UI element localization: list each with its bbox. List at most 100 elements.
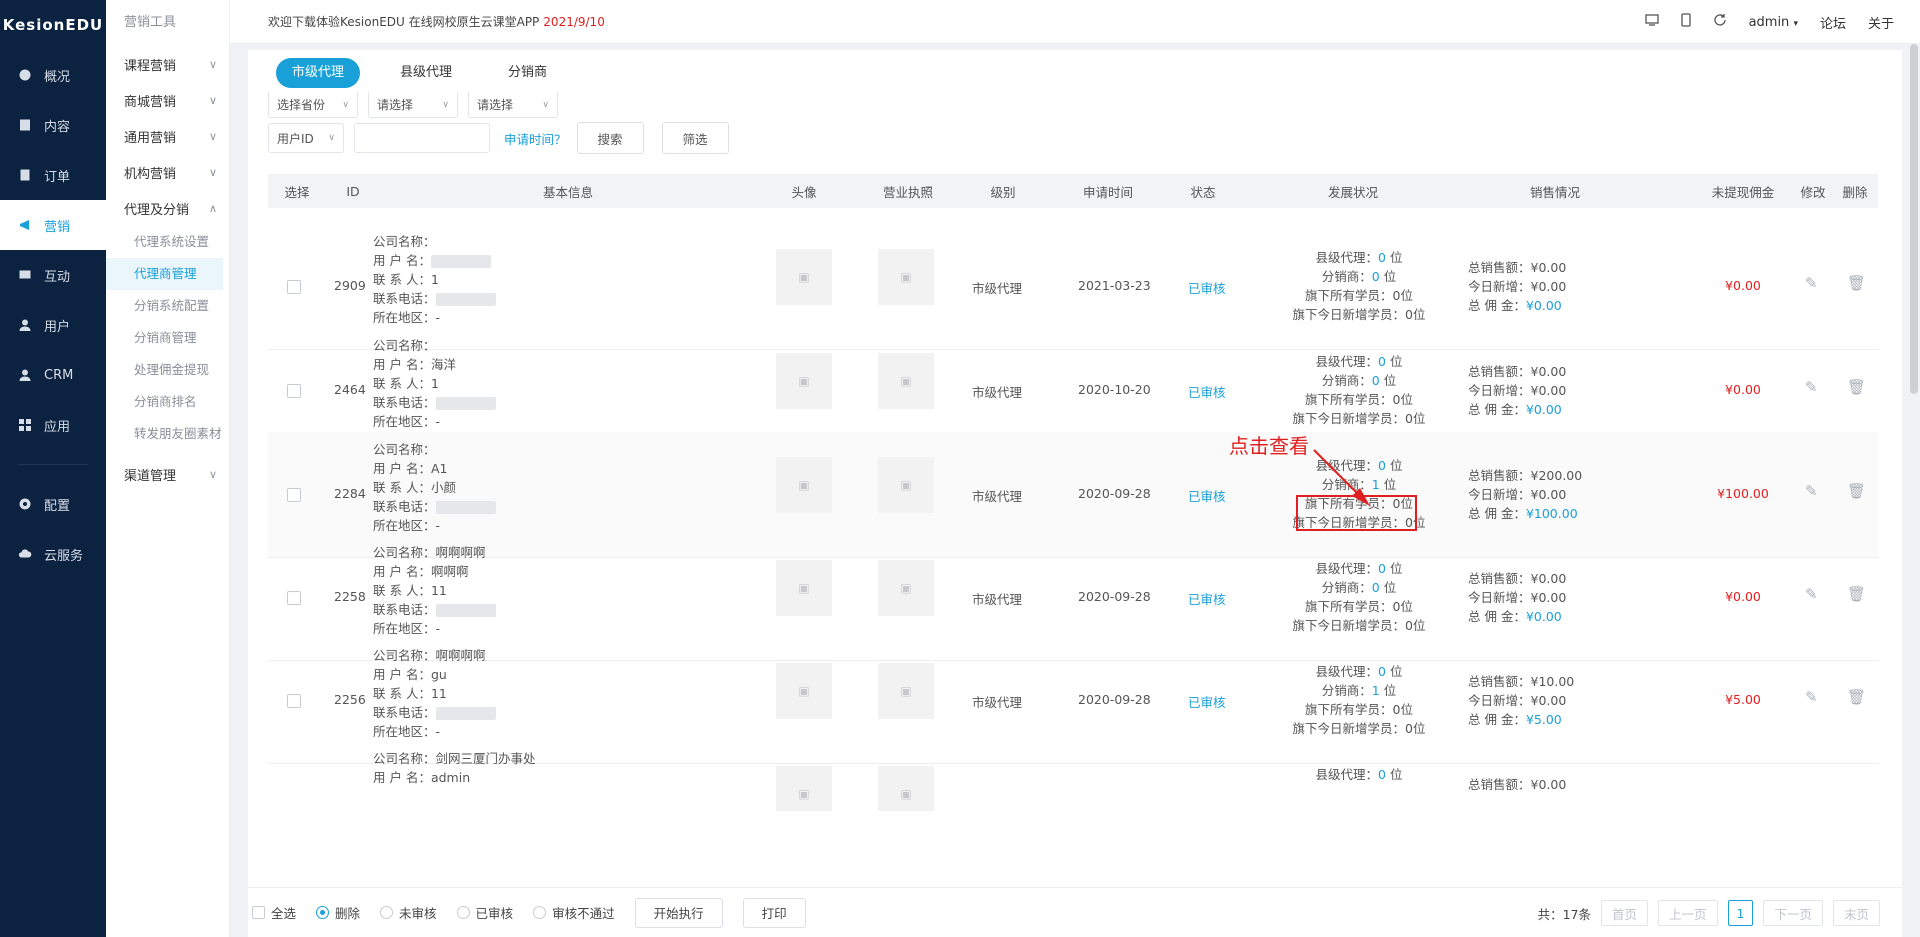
submenu-group-channel[interactable]: 渠道管理 ∨ <box>106 456 229 492</box>
submenu-group-institution[interactable]: 机构营销 ∨ <box>106 154 229 190</box>
nav-item-label: 营销 <box>44 219 71 235</box>
submenu-distributor-management[interactable]: 分销商管理 <box>106 322 229 354</box>
submenu-agent-settings[interactable]: 代理系统设置 <box>106 226 229 258</box>
city-select[interactable]: 请选择 ∨ <box>368 92 458 118</box>
mobile-icon[interactable] <box>1680 13 1691 31</box>
option-unreviewed-radio[interactable]: 未审核 <box>380 903 437 922</box>
trash-icon[interactable]: 🗑 <box>1847 482 1866 500</box>
about-link[interactable]: 关于 <box>1868 13 1894 32</box>
submenu-distribution-config[interactable]: 分销系统配置 <box>106 290 229 322</box>
option-reviewed-radio[interactable]: 已审核 <box>456 903 513 922</box>
forum-link[interactable]: 论坛 <box>1820 13 1846 32</box>
edit-icon[interactable]: ✎ <box>1805 585 1818 603</box>
user-menu[interactable]: admin ▾ <box>1749 15 1798 30</box>
execute-button[interactable]: 开始执行 <box>634 897 723 928</box>
nav-item-order[interactable]: 订单 <box>0 150 106 200</box>
submenu-share-materials[interactable]: 转发朋友圈素材 <box>106 418 229 450</box>
edit-icon[interactable]: ✎ <box>1805 378 1818 396</box>
edit-icon[interactable]: ✎ <box>1805 688 1818 706</box>
county-count[interactable]: 0 <box>1378 250 1386 265</box>
county-count[interactable]: 0 <box>1378 767 1386 782</box>
submenu-group-agent[interactable]: 代理及分销 ∧ <box>106 190 229 226</box>
nav-item-label: 云服务 <box>44 548 84 564</box>
download-notice[interactable]: 欢迎下载体验KesionEDU 在线网校原生云课堂APP 2021/9/10 <box>230 13 605 30</box>
distributor-count[interactable]: 0 <box>1372 373 1380 388</box>
nav-item-content[interactable]: 内容 <box>0 100 106 150</box>
first-page-button[interactable]: 首页 <box>1600 900 1648 926</box>
prev-page-button[interactable]: 上一页 <box>1658 900 1718 926</box>
submenu-group-course[interactable]: 课程营销 ∨ <box>106 46 229 82</box>
commission-link[interactable]: ¥100.00 <box>1526 506 1578 521</box>
license-image-placeholder[interactable]: ▣ <box>878 560 934 616</box>
distributor-count[interactable]: 0 <box>1372 580 1380 595</box>
avatar-image-placeholder[interactable]: ▣ <box>776 766 832 811</box>
filter-button[interactable]: 筛选 <box>661 122 729 154</box>
nav-item-crm[interactable]: CRM <box>0 350 106 400</box>
commission-link[interactable]: ¥5.00 <box>1526 712 1562 727</box>
row-checkbox[interactable] <box>287 694 301 708</box>
nav-item-apps[interactable]: 应用 <box>0 400 106 450</box>
submenu-group-general[interactable]: 通用营销 ∨ <box>106 118 229 154</box>
county-count[interactable]: 0 <box>1378 561 1386 576</box>
submenu-group-mall[interactable]: 商城营销 ∨ <box>106 82 229 118</box>
commission-link[interactable]: ¥0.00 <box>1526 609 1562 624</box>
select-all-checkbox[interactable]: 全选 <box>252 903 296 922</box>
row-checkbox[interactable] <box>287 280 301 294</box>
nav-item-marketing[interactable]: 营销 <box>0 200 106 250</box>
license-image-placeholder[interactable]: ▣ <box>878 766 934 811</box>
submenu-distributor-ranking[interactable]: 分销商排名 <box>106 386 229 418</box>
commission-link[interactable]: ¥0.00 <box>1526 298 1562 313</box>
desktop-icon[interactable] <box>1644 14 1659 30</box>
county-count[interactable]: 0 <box>1378 354 1386 369</box>
next-page-button[interactable]: 下一页 <box>1763 900 1823 926</box>
avatar-image-placeholder[interactable]: ▣ <box>776 560 832 616</box>
avatar-image-placeholder[interactable]: ▣ <box>776 457 832 513</box>
trash-icon[interactable]: 🗑 <box>1847 688 1866 706</box>
row-checkbox[interactable] <box>287 591 301 605</box>
search-button[interactable]: 搜索 <box>576 122 644 154</box>
row-id: 2256 <box>334 692 366 707</box>
option-delete-radio[interactable]: 删除 <box>316 903 360 922</box>
license-image-placeholder[interactable]: ▣ <box>878 457 934 513</box>
avatar-image-placeholder[interactable]: ▣ <box>776 353 832 409</box>
scrollbar[interactable] <box>1910 44 1918 394</box>
edit-icon[interactable]: ✎ <box>1805 482 1818 500</box>
submenu-commission-withdrawal[interactable]: 处理佣金提现 <box>106 354 229 386</box>
nav-item-dashboard[interactable]: 概况 <box>0 50 106 100</box>
edit-icon[interactable]: ✎ <box>1805 274 1818 292</box>
option-rejected-radio[interactable]: 审核不通过 <box>533 903 615 922</box>
last-page-button[interactable]: 末页 <box>1832 900 1880 926</box>
distributor-count[interactable]: 0 <box>1372 269 1380 284</box>
trash-icon[interactable]: 🗑 <box>1847 585 1866 603</box>
nav-item-interaction[interactable]: 互动 <box>0 250 106 300</box>
company-name: 啊啊啊啊 <box>435 545 486 560</box>
trash-icon[interactable]: 🗑 <box>1847 378 1866 396</box>
district-select[interactable]: 请选择 ∨ <box>468 92 558 118</box>
row-checkbox[interactable] <box>287 488 301 502</box>
commission-link[interactable]: ¥0.00 <box>1526 402 1562 417</box>
nav-item-user[interactable]: 用户 <box>0 300 106 350</box>
avatar-image-placeholder[interactable]: ▣ <box>776 249 832 305</box>
search-input[interactable] <box>354 123 490 153</box>
trash-icon[interactable]: 🗑 <box>1847 274 1866 292</box>
license-image-placeholder[interactable]: ▣ <box>878 663 934 719</box>
tab-county-agent[interactable]: 县级代理 <box>384 58 468 88</box>
avatar-image-placeholder[interactable]: ▣ <box>776 663 832 719</box>
distributor-count[interactable]: 1 <box>1372 683 1380 698</box>
county-count[interactable]: 0 <box>1378 664 1386 679</box>
tab-distributor[interactable]: 分销商 <box>492 58 563 88</box>
print-button[interactable]: 打印 <box>742 897 806 928</box>
license-image-placeholder[interactable]: ▣ <box>878 249 934 305</box>
search-field-select[interactable]: 用户ID ∨ <box>268 123 344 153</box>
nav-item-settings[interactable]: 配置 <box>0 479 106 529</box>
apply-time-link[interactable]: 申请时间？ <box>504 129 567 148</box>
license-image-placeholder[interactable]: ▣ <box>878 353 934 409</box>
submenu-agent-management[interactable]: 代理商管理 <box>106 258 223 290</box>
row-checkbox[interactable] <box>287 384 301 398</box>
nav-item-cloud[interactable]: 云服务 <box>0 529 106 579</box>
tab-city-agent[interactable]: 市级代理 <box>276 58 361 88</box>
page-1-button[interactable]: 1 <box>1727 900 1754 926</box>
refresh-icon[interactable] <box>1713 13 1727 31</box>
nav-divider <box>18 464 88 465</box>
province-select[interactable]: 选择省份 ∨ <box>268 92 358 118</box>
